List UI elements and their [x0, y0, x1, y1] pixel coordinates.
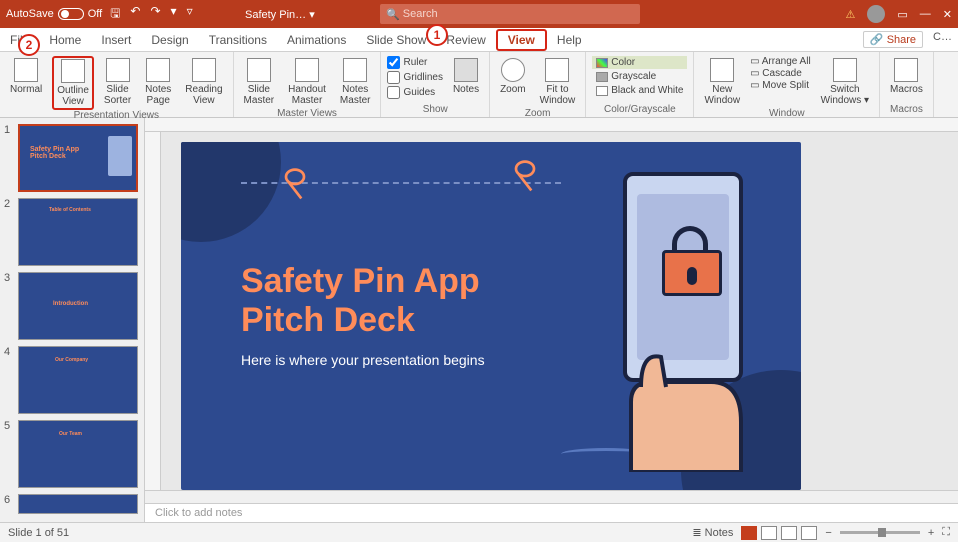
group-show: Ruler Gridlines Guides Notes Show [381, 52, 490, 117]
share-button[interactable]: 🔗 Share [863, 31, 923, 48]
tab-design[interactable]: Design [141, 28, 198, 51]
notes-page-button[interactable]: Notes Page [141, 56, 175, 108]
thumb-2[interactable]: 2 Table of Contents [4, 198, 140, 266]
search-input[interactable]: 🔍 Search [380, 4, 640, 24]
notes-button[interactable]: Notes [449, 56, 483, 97]
autosave-toggle[interactable]: AutoSave Off [6, 8, 102, 20]
document-title[interactable]: Safety Pin… ▾ [245, 8, 315, 21]
undo-icon[interactable]: ↶ [130, 4, 140, 25]
toggle-track [58, 8, 84, 20]
outline-view-button[interactable]: Outline View [52, 56, 94, 110]
fit-window-button[interactable]: Fit to Window [536, 56, 580, 108]
tab-home[interactable]: Home [39, 28, 91, 51]
gridlines-checkbox[interactable]: Gridlines [387, 71, 442, 84]
thumb-5[interactable]: 5 Our Team [4, 420, 140, 488]
callout-1: 1 [426, 24, 448, 46]
slide-1[interactable]: Safety Pin App Pitch Deck Here is where … [181, 142, 801, 490]
ribbon-display-icon[interactable]: ▭ [897, 8, 907, 21]
fit-icon[interactable]: ⛶ [942, 526, 950, 539]
minimize-icon[interactable]: — [920, 8, 931, 20]
slide-master-button[interactable]: Slide Master [240, 56, 279, 108]
zoom-in-icon[interactable]: + [928, 527, 934, 539]
macros-button[interactable]: Macros [886, 56, 927, 97]
ruler-checkbox[interactable]: Ruler [387, 56, 442, 69]
status-bar: Slide 1 of 51 ≣ Notes − + ⛶ [0, 522, 958, 542]
sorter-view-icon[interactable] [761, 526, 777, 540]
title-bar: AutoSave Off 🖫 ↶ ↷ ▾ ▿ Safety Pin… ▾ 🔍 S… [0, 0, 958, 28]
redo-icon[interactable]: ↷ [150, 4, 160, 25]
zoom-button[interactable]: Zoom [496, 56, 530, 97]
pin-icon [281, 166, 309, 202]
start-slideshow-icon[interactable]: ▾ [171, 4, 177, 25]
slide-canvas[interactable]: Safety Pin App Pitch Deck Here is where … [161, 132, 958, 490]
cascade-button[interactable]: ▭ Cascade [750, 68, 811, 79]
thumb-4[interactable]: 4 Our Company [4, 346, 140, 414]
thumb-3[interactable]: 3 Introduction [4, 272, 140, 340]
guides-checkbox[interactable]: Guides [387, 86, 442, 99]
quick-access: 🖫 ↶ ↷ ▾ ▿ [110, 4, 192, 25]
arrange-all-button[interactable]: ▭ Arrange All [750, 56, 811, 67]
search-icon: 🔍 [386, 8, 400, 21]
group-macros: Macros Macros [880, 52, 934, 117]
color-button[interactable]: Color [592, 56, 687, 69]
vertical-ruler [145, 132, 161, 490]
handout-master-button[interactable]: Handout Master [284, 56, 330, 108]
ribbon-tabs: File Home Insert Design Transitions Anim… [0, 28, 958, 52]
tab-animations[interactable]: Animations [277, 28, 356, 51]
tab-view[interactable]: View [496, 29, 547, 51]
tab-transitions[interactable]: Transitions [199, 28, 277, 51]
group-zoom: Zoom Fit to Window Zoom [490, 52, 586, 117]
tab-insert[interactable]: Insert [91, 28, 141, 51]
thumb-1[interactable]: 1 Safety Pin App Pitch Deck [4, 124, 140, 192]
switch-windows-button[interactable]: Switch Windows ▾ [817, 56, 873, 108]
autosave-label: AutoSave [6, 8, 54, 20]
slide-title[interactable]: Safety Pin App Pitch Deck [241, 262, 480, 340]
tab-slideshow[interactable]: Slide Show [356, 28, 436, 51]
normal-view-button[interactable]: Normal [6, 56, 46, 97]
close-icon[interactable]: ✕ [943, 8, 952, 21]
horizontal-scrollbar[interactable] [145, 490, 958, 503]
titlebar-right: ⚠ ▭ — ✕ [846, 5, 953, 23]
slide-thumbnail-panel[interactable]: 1 Safety Pin App Pitch Deck 2 Table of C… [0, 118, 145, 522]
horizontal-ruler [145, 118, 958, 132]
thumb-6[interactable]: 6 [4, 494, 140, 514]
pin-icon [511, 158, 539, 194]
notes-pane[interactable]: Click to add notes [145, 503, 958, 522]
comments-button[interactable]: C… [933, 31, 952, 48]
bw-button[interactable]: Black and White [592, 84, 687, 97]
group-presentation-views: Normal Outline View Slide Sorter Notes P… [0, 52, 234, 117]
group-window: New Window ▭ Arrange All ▭ Cascade ▭ Mov… [694, 52, 880, 117]
warning-icon[interactable]: ⚠ [846, 8, 856, 21]
callout-2: 2 [18, 34, 40, 56]
main-area: 1 Safety Pin App Pitch Deck 2 Table of C… [0, 118, 958, 522]
search-placeholder: Search [403, 8, 438, 20]
ribbon: Normal Outline View Slide Sorter Notes P… [0, 52, 958, 118]
group-master-views: Slide Master Handout Master Notes Master… [234, 52, 382, 117]
new-window-button[interactable]: New Window [700, 56, 744, 108]
tab-help[interactable]: Help [547, 28, 592, 51]
account-avatar[interactable] [867, 5, 885, 23]
slide-counter[interactable]: Slide 1 of 51 [8, 527, 69, 539]
zoom-out-icon[interactable]: − [825, 527, 831, 539]
overflow-icon[interactable]: ▿ [187, 4, 193, 25]
lock-icon [662, 226, 722, 296]
slideshow-view-icon[interactable] [801, 526, 817, 540]
slide-editor: Safety Pin App Pitch Deck Here is where … [145, 118, 958, 522]
autosave-state: Off [88, 8, 102, 20]
view-switcher [741, 526, 817, 540]
reading-view-icon[interactable] [781, 526, 797, 540]
save-icon[interactable]: 🖫 [110, 4, 120, 25]
zoom-slider[interactable] [840, 531, 920, 534]
slide-sorter-button[interactable]: Slide Sorter [100, 56, 135, 108]
reading-view-button[interactable]: Reading View [181, 56, 226, 108]
notes-toggle[interactable]: ≣ Notes [692, 526, 733, 539]
slide-subtitle[interactable]: Here is where your presentation begins [241, 352, 485, 368]
group-color: Color Grayscale Black and White Color/Gr… [586, 52, 694, 117]
normal-view-icon[interactable] [741, 526, 757, 540]
phone-illustration [611, 172, 761, 472]
move-split-button[interactable]: ▭ Move Split [750, 80, 811, 91]
notes-master-button[interactable]: Notes Master [336, 56, 375, 108]
grayscale-button[interactable]: Grayscale [592, 70, 687, 83]
